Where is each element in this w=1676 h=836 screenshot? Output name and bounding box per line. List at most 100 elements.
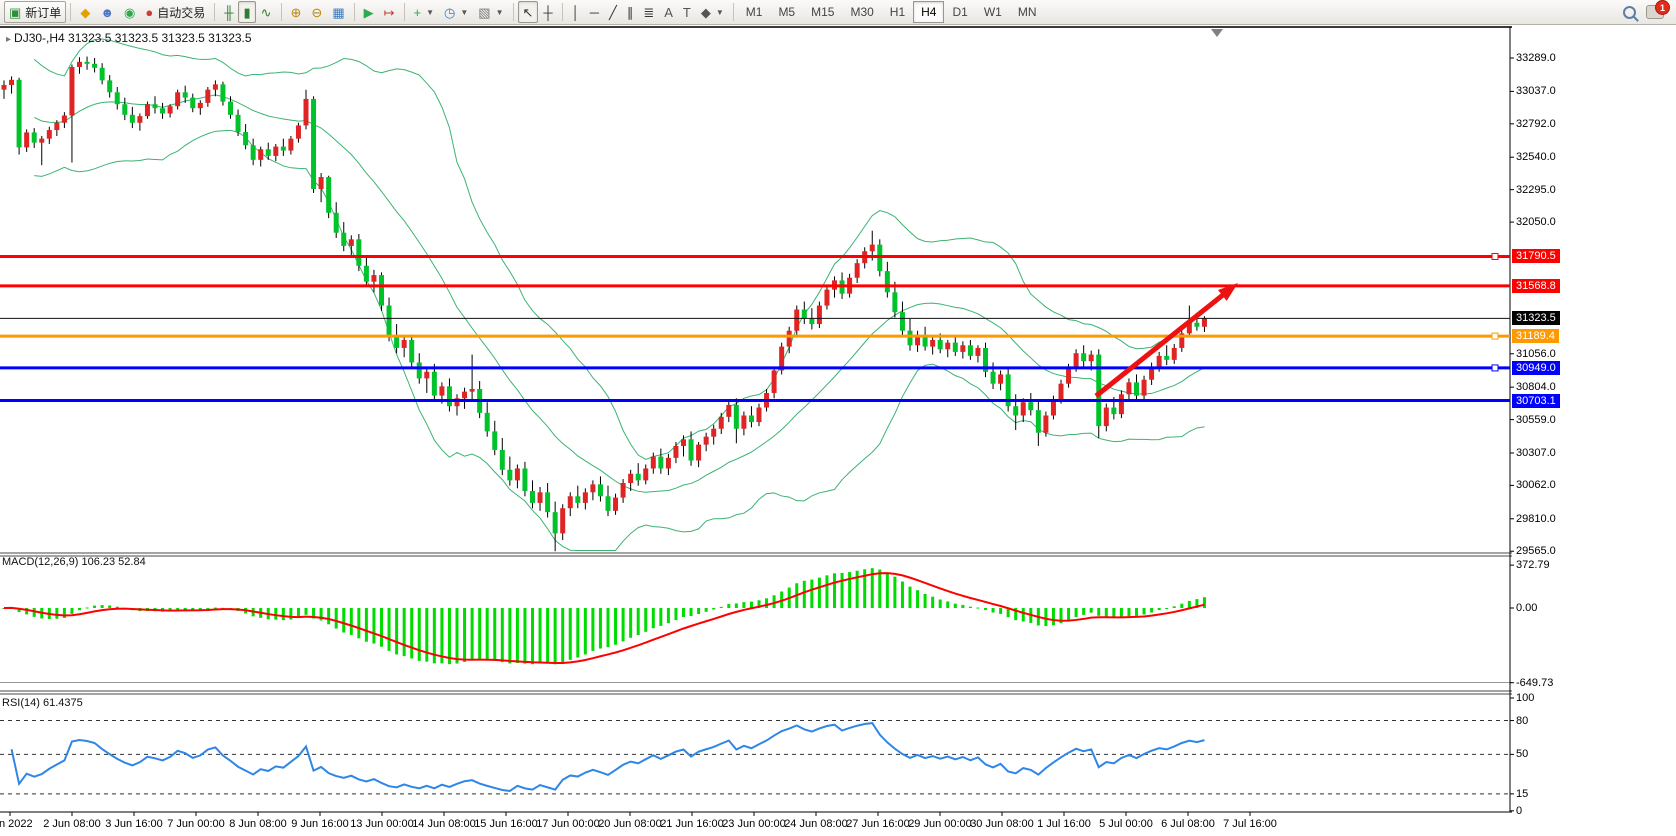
candle-body <box>1020 402 1026 416</box>
macd-histogram-bar <box>70 608 74 614</box>
bar-chart-button[interactable]: ╫ <box>219 1 238 23</box>
periods-button[interactable]: ◷ ▼ <box>439 1 473 23</box>
timeframe-d1-button[interactable]: D1 <box>944 1 975 23</box>
candle-body <box>582 492 588 503</box>
candle-body <box>1171 347 1177 360</box>
search-icon[interactable] <box>1623 5 1636 19</box>
macd-histogram-bar <box>591 608 595 651</box>
candle-body <box>522 468 528 491</box>
templates-button[interactable]: ▧ ▼ <box>473 1 508 23</box>
candle-body <box>318 177 324 189</box>
timeframe-m30-button[interactable]: M30 <box>842 1 881 23</box>
text-icon: A <box>664 4 673 20</box>
macd-histogram-bar <box>614 608 618 645</box>
macd-histogram-bar <box>380 608 383 647</box>
candle-body <box>424 371 430 379</box>
zoom-out-button[interactable]: ⊖ <box>306 1 327 23</box>
candlestick-chart-icon: ▮ <box>243 4 251 20</box>
timeframe-m1-button[interactable]: M1 <box>738 1 771 23</box>
new-chart-button[interactable]: ◆ <box>75 1 95 23</box>
macd-histogram-bar <box>357 608 361 639</box>
candle-body <box>54 122 60 131</box>
candle-body <box>492 431 498 450</box>
text-label-icon: T <box>682 4 691 20</box>
macd-histogram-bar <box>440 608 444 664</box>
candlestick-chart-button[interactable]: ▮ <box>238 1 256 23</box>
candle-body <box>824 289 830 306</box>
fibonacci-button[interactable]: ≣ <box>638 1 659 23</box>
candle-body <box>756 407 762 423</box>
chart-shift-button[interactable]: ↦ <box>379 1 400 23</box>
text-label-button[interactable]: T <box>678 1 696 23</box>
candle-body <box>590 484 596 493</box>
line-chart-button[interactable]: ∿ <box>256 1 277 23</box>
macd-histogram-bar <box>470 608 474 660</box>
candle-body <box>386 305 392 337</box>
horizontal-line-button[interactable]: ─ <box>585 1 604 23</box>
text-button[interactable]: A <box>659 1 678 23</box>
chart-symbol-title: ▸ DJ30-,H4 31323.5 31323.5 31323.5 31323.… <box>6 31 252 45</box>
pivot-line-handle[interactable] <box>1491 332 1499 340</box>
macd-histogram-bar <box>961 604 965 608</box>
macd-histogram-bar <box>1150 608 1154 613</box>
market-watch-button[interactable]: ◉ <box>119 1 140 23</box>
candle-body <box>801 309 807 319</box>
macd-histogram-bar <box>825 575 829 608</box>
indicators-button[interactable]: + ▼ <box>409 1 440 23</box>
support-line-1-handle[interactable] <box>1491 364 1499 372</box>
crosshair-button[interactable]: ┼ <box>538 1 557 23</box>
chevron-down-icon: ▼ <box>495 7 504 17</box>
chart-canvas[interactable] <box>0 0 1676 836</box>
equidistant-channel-button[interactable]: ∥ <box>622 1 639 23</box>
vertical-line-icon: │ <box>571 4 580 20</box>
candle-body <box>84 61 90 64</box>
timeframe-m5-button[interactable]: M5 <box>770 1 803 23</box>
auto-trading-button[interactable]: ● 自动交易 <box>140 1 210 23</box>
candle-body <box>61 115 67 123</box>
macd-histogram-bar <box>342 608 346 633</box>
candle-body <box>575 496 581 503</box>
macd-histogram-bar <box>885 572 889 608</box>
profile-button[interactable]: ☻ <box>95 1 119 23</box>
zoom-in-icon: ⊕ <box>290 4 302 20</box>
macd-histogram-bar <box>281 608 285 621</box>
candle-body <box>92 63 98 68</box>
timeframe-h1-button[interactable]: H1 <box>882 1 913 23</box>
macd-histogram-bar <box>682 608 685 618</box>
vertical-line-button[interactable]: │ <box>567 1 585 23</box>
candle-body <box>869 244 875 252</box>
macd-histogram-bar <box>1187 600 1191 608</box>
new-order-button[interactable]: ▣ 新订单 <box>4 1 67 23</box>
trendline-button[interactable]: ╱ <box>604 1 622 23</box>
candle-body <box>643 468 649 481</box>
candle-body <box>235 114 241 133</box>
arrows-button[interactable]: ◆ ▼ <box>696 1 729 23</box>
candle-body <box>9 79 15 86</box>
candle-body <box>809 318 815 325</box>
macd-histogram-bar <box>991 608 995 613</box>
trend-arrow[interactable] <box>1094 283 1238 398</box>
candle-body <box>990 371 996 384</box>
macd-histogram-bar <box>644 608 648 632</box>
timeframe-m15-button[interactable]: M15 <box>803 1 842 23</box>
timeframe-h4-button[interactable]: H4 <box>913 1 945 23</box>
auto-scroll-button[interactable]: ▶ <box>359 1 379 23</box>
zoom-in-button[interactable]: ⊕ <box>286 1 307 23</box>
timeframe-w1-button[interactable]: W1 <box>976 1 1010 23</box>
arrows-icon: ◆ <box>700 4 711 20</box>
macd-histogram-bar <box>493 608 497 661</box>
candle-body <box>907 330 913 346</box>
price-lines <box>0 252 1510 403</box>
candle-body <box>144 104 150 117</box>
resistance-line-1-handle[interactable] <box>1491 252 1499 260</box>
tile-windows-button[interactable]: ▦ <box>327 1 349 23</box>
candle-body <box>892 292 898 313</box>
macd-histogram-bar <box>621 608 625 642</box>
timeframe-mn-button[interactable]: MN <box>1010 1 1045 23</box>
notifications-button[interactable]: 1 <box>1646 0 1670 19</box>
macd-histogram-bar <box>968 606 972 608</box>
candle-body <box>197 102 203 109</box>
candle-body <box>394 336 400 348</box>
candle-body <box>1 85 7 90</box>
cursor-button[interactable]: ↖ <box>517 1 539 23</box>
